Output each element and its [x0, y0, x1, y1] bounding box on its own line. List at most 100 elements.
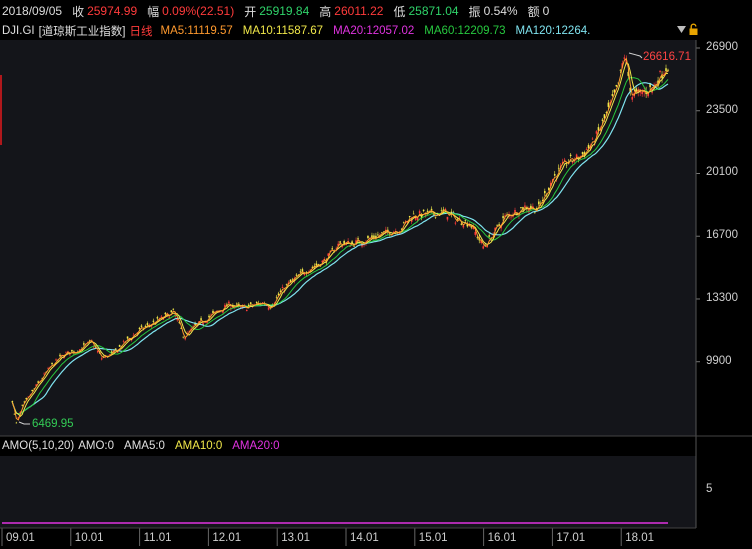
time-tick-label: 09.01: [6, 532, 35, 544]
candle-body: [454, 222, 457, 224]
candle-body: [122, 341, 125, 342]
amo-legend: AMO(5,10,20) AMO:0 AMA5:0 AMA10:0 AMA20:…: [0, 438, 290, 454]
amo-title[interactable]: AMO(5,10,20): [2, 440, 74, 452]
candle-body: [255, 301, 258, 304]
time-tick-label: 12.01: [212, 532, 242, 544]
ma120-line: [11, 82, 669, 415]
amplitude-value: 0.54%: [483, 4, 518, 18]
candle-body: [635, 88, 638, 91]
max-price-label: 26616.71: [643, 51, 691, 63]
candle-body: [377, 234, 379, 236]
candle-body: [301, 269, 304, 272]
time-tick-label: 15.01: [418, 532, 448, 544]
candles: [11, 54, 669, 424]
candle-body: [212, 310, 214, 314]
candle-body: [83, 343, 85, 345]
candle-body: [15, 422, 18, 424]
candle-body: [11, 401, 14, 403]
low-label: 低: [393, 4, 406, 19]
candle-body: [367, 235, 369, 239]
candle-body: [615, 84, 618, 87]
candle-body: [152, 320, 155, 322]
ma60-label: MA60:12209.73: [424, 25, 506, 37]
candle-body: [591, 138, 594, 140]
lock-icon[interactable]: [688, 23, 700, 39]
symbol-code[interactable]: DJI.GI: [2, 25, 35, 37]
candle-body: [667, 69, 669, 71]
candle-body: [13, 413, 16, 415]
candle-body: [460, 223, 463, 225]
candle-body: [118, 344, 121, 347]
candle-body: [538, 201, 540, 205]
candle-body: [408, 216, 411, 218]
candle-body: [414, 217, 417, 220]
close-label: 收: [72, 4, 85, 19]
candle-body: [249, 302, 252, 304]
candle-body: [315, 263, 318, 266]
ma5-line: [11, 57, 669, 421]
candle-body: [21, 404, 24, 406]
candle-body: [299, 271, 302, 273]
candle-body: [619, 69, 622, 71]
candle-body: [331, 248, 334, 250]
time-tick-label: 17.01: [556, 532, 586, 544]
triangle-down-icon[interactable]: [676, 24, 687, 38]
candle-body: [502, 216, 504, 219]
candle-body: [553, 174, 556, 176]
candle-body: [228, 301, 230, 304]
time-tick-label: 11.01: [143, 532, 172, 544]
candle-body: [544, 191, 546, 194]
ma60-line: [11, 77, 669, 415]
candle-body: [611, 94, 614, 96]
candle-body: [482, 246, 485, 249]
candle-body: [96, 350, 99, 353]
price-tick-label: 16700: [706, 229, 738, 242]
candle-body: [665, 68, 667, 72]
candle-body: [476, 237, 479, 239]
candle-body: [434, 216, 437, 218]
candle-body: [164, 312, 167, 315]
open-label: 开: [244, 4, 257, 19]
price-tick-label: 26900: [706, 41, 738, 53]
ma20-label: MA20:12057.02: [333, 25, 415, 37]
candle-body: [422, 209, 425, 212]
candle-body: [140, 325, 143, 327]
candle-body: [55, 359, 57, 361]
candle-body: [339, 241, 341, 243]
candle-body: [474, 231, 477, 235]
amplitude-label: 振: [468, 4, 481, 19]
time-tick-label: 18.01: [625, 532, 654, 544]
candle-body: [31, 389, 33, 392]
candle-body: [641, 92, 643, 95]
open-value: 25919.84: [259, 4, 310, 18]
candle-body: [631, 97, 634, 100]
amo-value: AMO:0: [78, 440, 115, 452]
candle-body: [557, 167, 560, 169]
kline-chart[interactable]: [0, 0, 752, 549]
candle-body: [418, 211, 421, 214]
ma10-line: [11, 61, 669, 418]
high-label: 高: [319, 4, 332, 19]
candle-body: [595, 131, 598, 134]
candle-body: [381, 232, 383, 233]
candle-body: [524, 205, 526, 207]
candle-body: [100, 358, 103, 360]
candle-body: [138, 327, 141, 329]
candle-body: [275, 296, 278, 298]
close-value: 25974.99: [87, 4, 138, 18]
ama10-value: AMA10:0: [174, 440, 223, 452]
ma120-label: MA120:12264.: [515, 25, 591, 37]
price-tick-label: 9900: [706, 354, 732, 367]
period-label[interactable]: 日线: [129, 23, 152, 39]
candle-body: [623, 57, 626, 59]
candle-body: [126, 336, 129, 339]
candle-body: [51, 362, 53, 365]
candle-body: [146, 323, 149, 325]
candle-body: [349, 246, 351, 248]
candle-body: [496, 224, 498, 226]
quote-bar: 2018/09/05 收 25974.99 幅 0.09%(22.51) 开 2…: [0, 0, 752, 22]
candle-body: [402, 222, 405, 223]
candle-body: [440, 210, 443, 211]
time-tick-label: 10.01: [74, 532, 104, 544]
price-tick-label: 20100: [706, 166, 738, 179]
